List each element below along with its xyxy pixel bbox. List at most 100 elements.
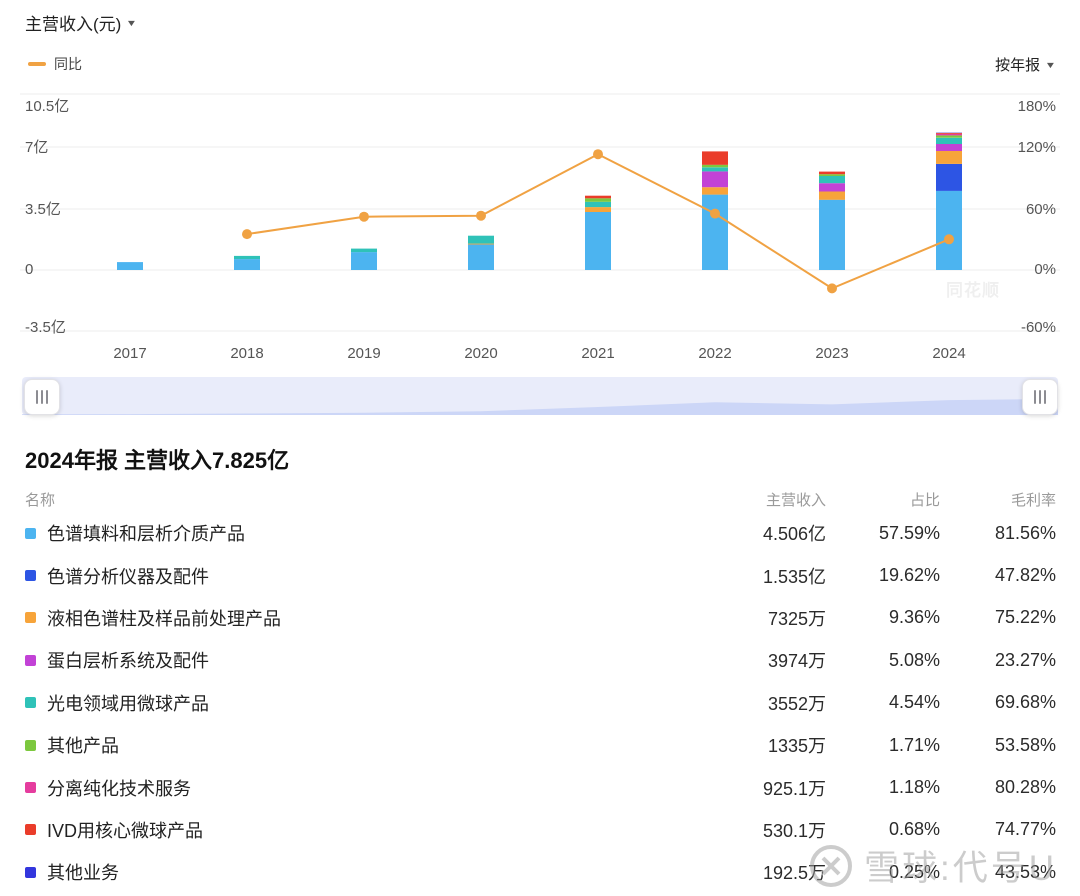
- segment-table: 色谱填料和层析介质产品 4.506亿 57.59% 81.56% 色谱分析仪器及…: [25, 512, 1056, 894]
- y-axis-label-left: 7亿: [25, 139, 48, 156]
- yoy-line-point[interactable]: [359, 211, 369, 222]
- bar-segment[interactable]: [936, 132, 962, 134]
- series-color-swatch: [25, 697, 36, 709]
- col-header-name: 名称: [25, 492, 56, 509]
- bar-segment[interactable]: [819, 176, 845, 184]
- bar-segment[interactable]: [585, 198, 611, 202]
- table-row[interactable]: 其他产品 1335万 1.71% 53.58%: [25, 724, 1056, 766]
- datazoom-track[interactable]: [22, 377, 1058, 415]
- bar-segment[interactable]: [585, 212, 611, 270]
- series-color-swatch: [25, 824, 36, 836]
- series-color-swatch: [25, 782, 36, 794]
- y-axis-label-right: 60%: [1026, 201, 1056, 218]
- bar-segment[interactable]: [585, 207, 611, 212]
- series-revenue: 530.1万: [762, 820, 826, 841]
- table-row[interactable]: 蛋白层析系统及配件 3974万 5.08% 23.27%: [25, 639, 1056, 681]
- series-revenue: 7325万: [767, 608, 826, 629]
- x-axis-label: 2024: [932, 345, 965, 362]
- bar-segment[interactable]: [702, 187, 728, 195]
- series-name: 色谱填料和层析介质产品: [47, 524, 245, 545]
- bar-segment[interactable]: [819, 183, 845, 192]
- bar-segment[interactable]: [702, 164, 728, 168]
- bar-segment[interactable]: [936, 135, 962, 138]
- tonghuashun-watermark: 同花顺: [946, 281, 1000, 300]
- bar-segment[interactable]: [936, 190, 962, 270]
- table-row[interactable]: 液相色谱柱及样品前处理产品 7325万 9.36% 75.22%: [25, 597, 1056, 639]
- table-row[interactable]: 光电领域用微球产品 3552万 4.54% 69.68%: [25, 682, 1056, 724]
- y-axis-label-right: 0%: [1034, 261, 1056, 278]
- table-row[interactable]: 色谱分析仪器及配件 1.535亿 19.62% 47.82%: [25, 554, 1056, 596]
- bar-segment[interactable]: [819, 191, 845, 200]
- bar-segment[interactable]: [351, 248, 377, 253]
- bar-segment[interactable]: [819, 174, 845, 176]
- bar-segment[interactable]: [936, 163, 962, 191]
- yoy-line-point[interactable]: [476, 210, 486, 221]
- grip-line-icon: [1034, 390, 1036, 404]
- series-revenue: 4.506亿: [762, 524, 826, 545]
- series-color-swatch: [25, 866, 36, 878]
- datazoom-right-handle[interactable]: [1022, 379, 1058, 415]
- series-revenue: 3974万: [767, 651, 826, 672]
- series-name: 其他产品: [47, 736, 119, 757]
- series-revenue: 192.5万: [762, 863, 826, 884]
- bar-segment[interactable]: [819, 199, 845, 270]
- y-axis-label-right: -60%: [1021, 319, 1056, 336]
- yoy-line-point[interactable]: [242, 229, 252, 240]
- bar-segment[interactable]: [936, 137, 962, 144]
- x-axis-label: 2022: [698, 345, 731, 362]
- bar-segment[interactable]: [936, 144, 962, 151]
- bar-segment[interactable]: [468, 235, 494, 244]
- grip-line-icon: [1039, 390, 1041, 404]
- series-name: 蛋白层析系统及配件: [47, 651, 209, 672]
- series-margin: 69.68%: [994, 692, 1056, 713]
- series-color-swatch: [25, 570, 36, 582]
- series-share: 57.59%: [878, 522, 940, 543]
- x-axis-label: 2020: [464, 345, 497, 362]
- series-name: 其他业务: [47, 863, 119, 884]
- bar-segment[interactable]: [351, 252, 377, 270]
- yoy-line-point[interactable]: [710, 208, 720, 219]
- xueqiu-watermark: 雪球:代号U: [808, 840, 1057, 891]
- yoy-line-point[interactable]: [944, 234, 954, 245]
- series-color-swatch: [25, 739, 36, 751]
- bar-segment[interactable]: [585, 195, 611, 199]
- y-axis-label-right: 180%: [1018, 98, 1056, 115]
- series-name: 光电领域用微球产品: [47, 693, 209, 714]
- bar-segment[interactable]: [468, 243, 494, 245]
- bar-segment[interactable]: [702, 167, 728, 172]
- series-share: 9.36%: [888, 607, 940, 628]
- yoy-line-point[interactable]: [827, 283, 837, 294]
- bar-segment[interactable]: [234, 255, 260, 260]
- series-name: 液相色谱柱及样品前处理产品: [47, 608, 281, 629]
- grip-line-icon: [36, 390, 38, 404]
- table-row[interactable]: 色谱填料和层析介质产品 4.506亿 57.59% 81.56%: [25, 512, 1056, 554]
- table-header-row: 名称 主营收入 占比 毛利率: [25, 489, 1056, 510]
- bar-segment[interactable]: [936, 133, 962, 136]
- bar-segment[interactable]: [702, 151, 728, 165]
- table-row[interactable]: 分离纯化技术服务 925.1万 1.18% 80.28%: [25, 766, 1056, 808]
- grip-line-icon: [46, 390, 48, 404]
- datazoom-silhouette: [22, 398, 1058, 415]
- series-revenue: 1335万: [767, 736, 826, 757]
- x-axis-label: 2017: [113, 345, 146, 362]
- bar-segment[interactable]: [117, 262, 143, 270]
- series-color-swatch: [25, 527, 36, 539]
- y-axis-label-left: 10.5亿: [25, 98, 69, 115]
- watermark-text: 雪球:代号U: [864, 849, 1058, 888]
- bar-segment[interactable]: [702, 194, 728, 270]
- series-share: 4.54%: [888, 692, 940, 713]
- bar-segment[interactable]: [702, 171, 728, 188]
- bar-segment[interactable]: [585, 201, 611, 208]
- xueqiu-logo-icon: [810, 844, 852, 887]
- bar-segment[interactable]: [468, 244, 494, 271]
- yoy-line-point[interactable]: [593, 149, 603, 160]
- series-name: 分离纯化技术服务: [47, 778, 191, 799]
- series-margin: 81.56%: [994, 522, 1056, 543]
- bar-segment[interactable]: [819, 171, 845, 175]
- datazoom-left-handle[interactable]: [24, 379, 60, 415]
- series-margin: 80.28%: [994, 777, 1056, 798]
- bar-segment[interactable]: [234, 259, 260, 270]
- bar-segment[interactable]: [936, 151, 962, 164]
- series-share: 1.18%: [888, 777, 940, 798]
- col-header-share: 占比: [909, 492, 940, 509]
